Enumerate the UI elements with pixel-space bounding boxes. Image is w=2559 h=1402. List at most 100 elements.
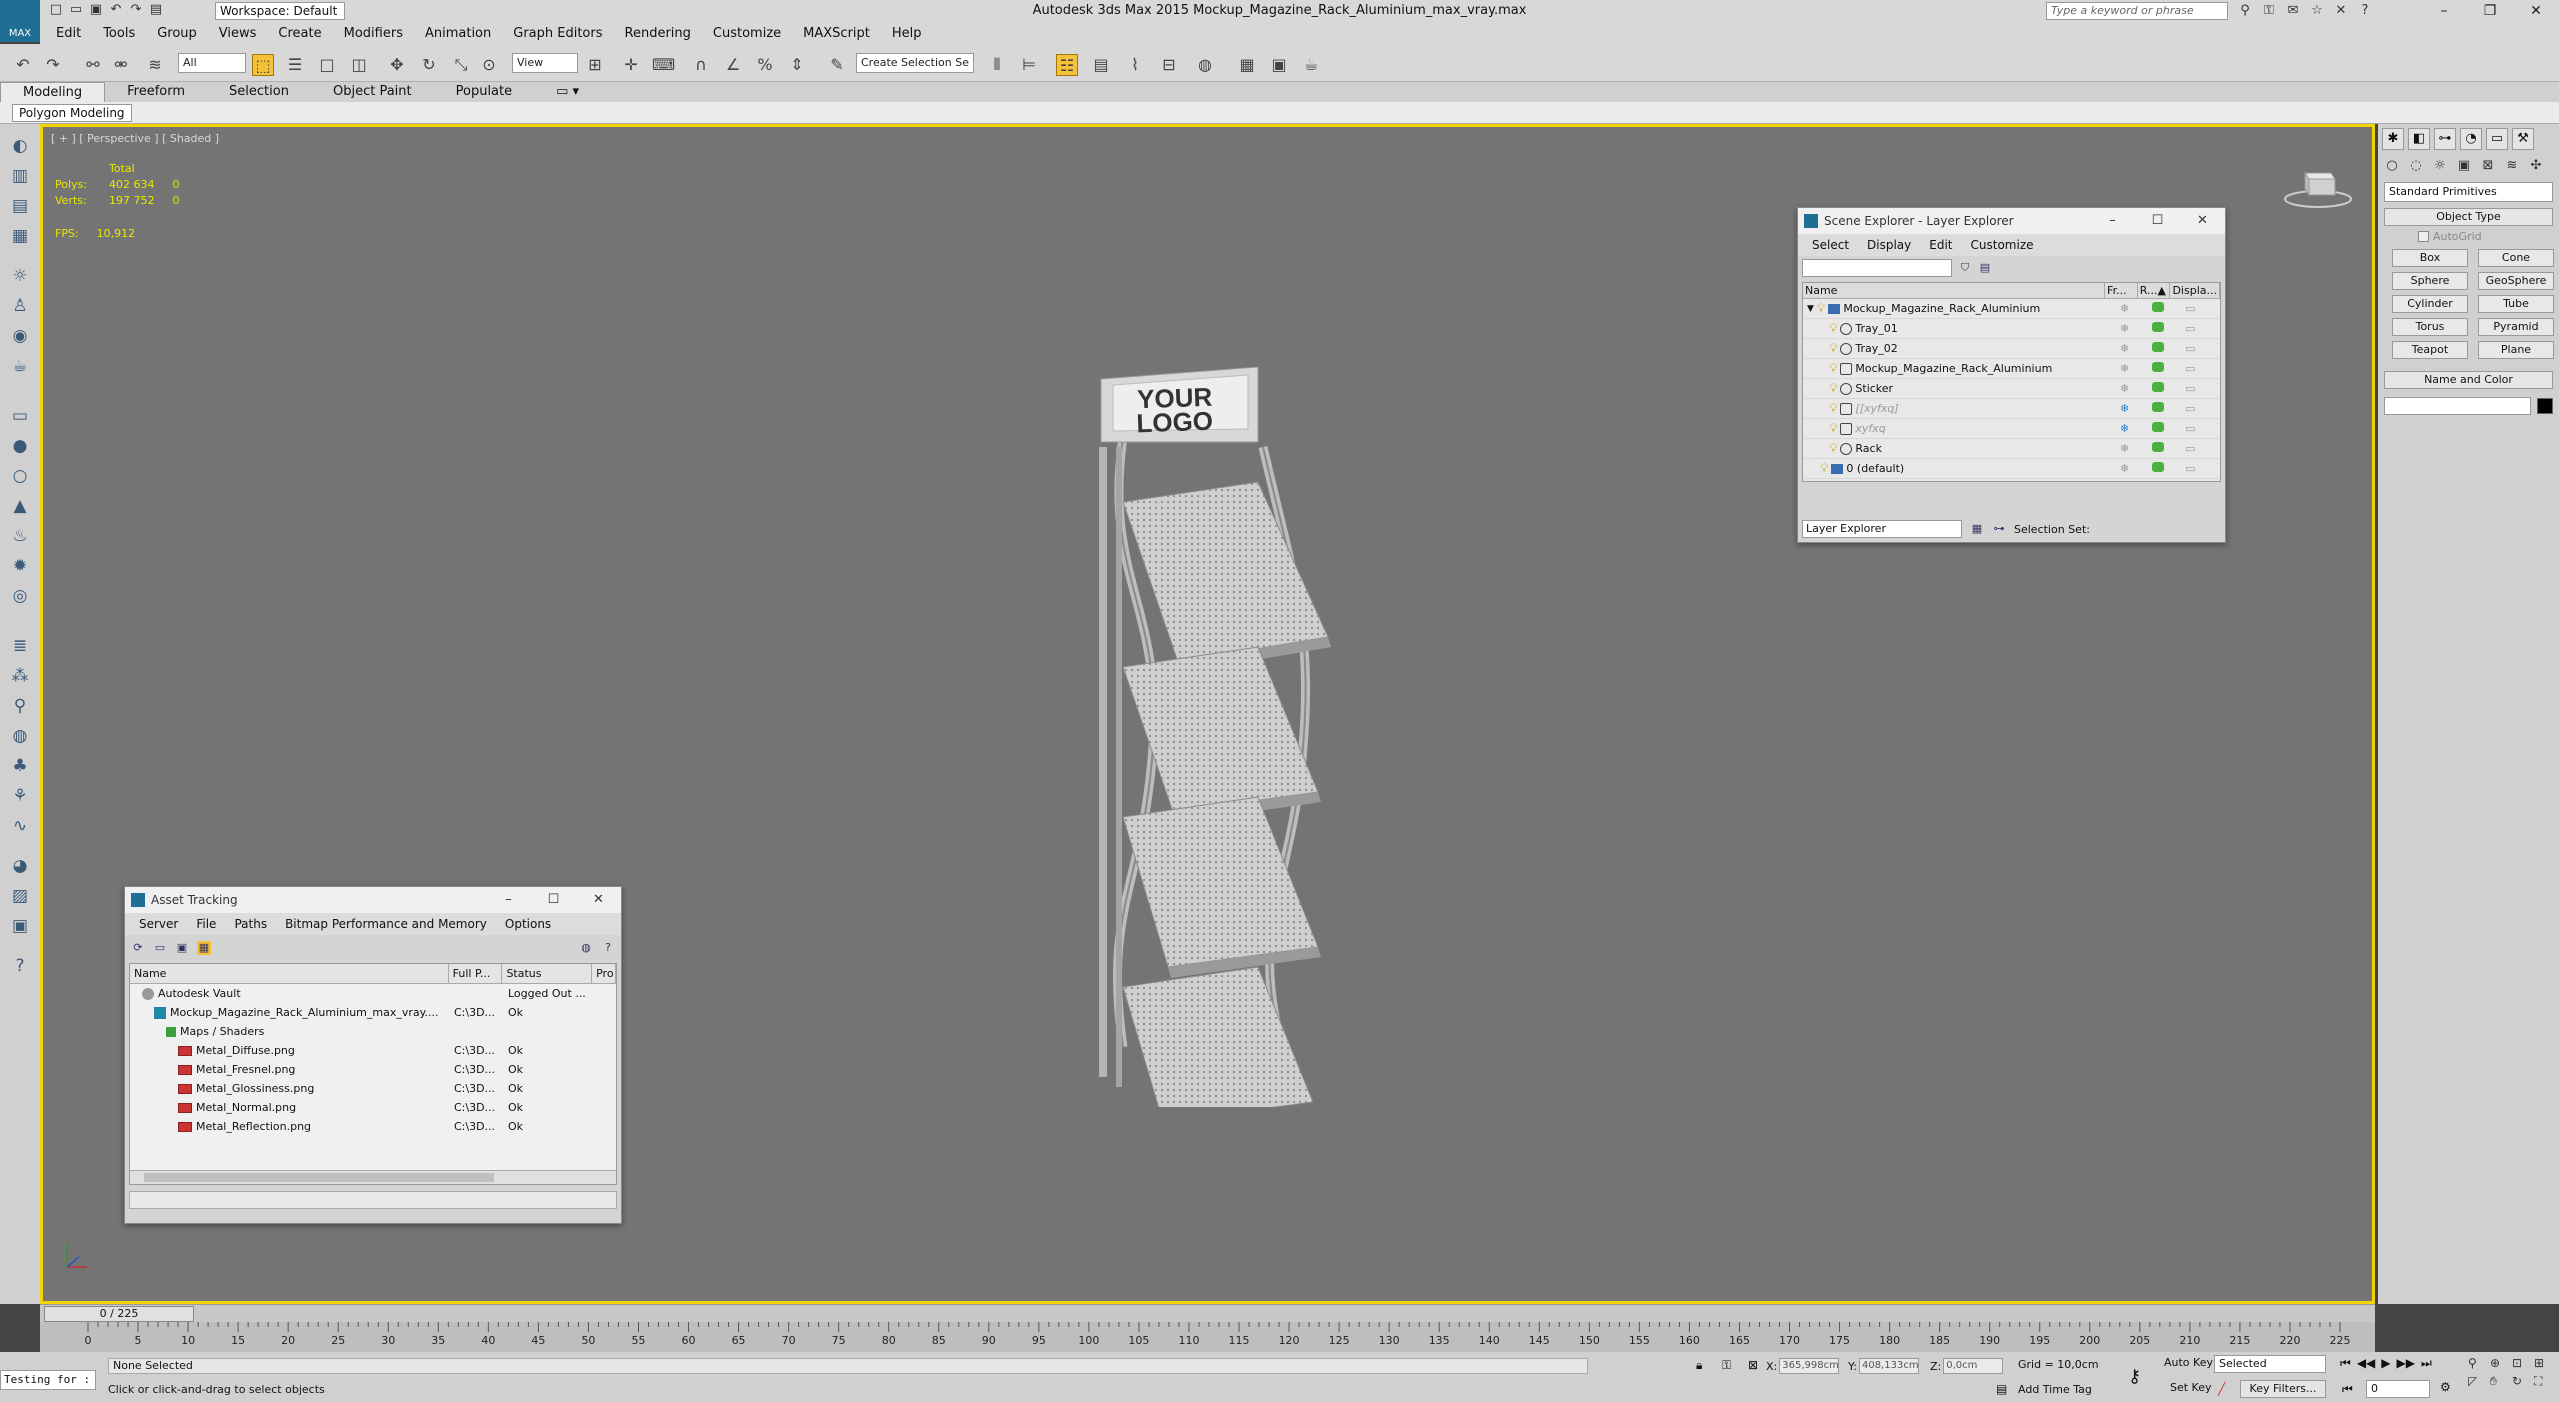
bone-icon[interactable]: ⚲ <box>8 694 32 718</box>
snaps-toggle-icon[interactable]: ∩ <box>690 54 712 76</box>
sphere-icon[interactable]: ● <box>8 434 32 458</box>
link-icon[interactable]: ⚯ <box>82 54 104 76</box>
maximize-viewport-icon[interactable]: ⛶ <box>2534 1374 2552 1389</box>
menu-graph-editors[interactable]: Graph Editors <box>513 26 602 41</box>
tab-selection[interactable]: Selection <box>207 82 311 102</box>
table-row[interactable]: 💡︎ Rack ❄ ▭ <box>1803 439 2220 459</box>
create-layer-icon[interactable]: ▤ <box>1978 261 1992 275</box>
table-row[interactable]: Metal_Fresnel.png C:\3D... Ok <box>130 1060 616 1079</box>
set-key-button[interactable]: Set Key <box>2170 1381 2212 1394</box>
magazine-rack-model[interactable]: YOUR LOGO <box>1063 307 1383 1107</box>
se-menu-display[interactable]: Display <box>1867 238 1911 252</box>
close-icon[interactable]: ✕ <box>576 887 621 913</box>
freeze-toggle-icon[interactable]: ❄ <box>2108 422 2141 435</box>
geosphere-button[interactable]: GeoSphere <box>2478 272 2554 290</box>
zoom-extents-icon[interactable]: ⊡ <box>2512 1356 2530 1370</box>
camera-icon[interactable]: ◉ <box>8 324 32 348</box>
current-frame-input[interactable]: 0 <box>2366 1380 2430 1398</box>
display-toggle-icon[interactable]: ▭ <box>2174 462 2207 475</box>
unlink-icon[interactable]: ⚮ <box>110 54 132 76</box>
col-frozen[interactable]: Fr... <box>2105 283 2138 298</box>
particle-icon[interactable]: ⁂ <box>8 664 32 688</box>
x-field[interactable]: 365,998cm <box>1779 1358 1840 1374</box>
light-bulb-icon[interactable]: 💡︎ <box>1829 341 1837 356</box>
renderable-toggle-icon[interactable] <box>2151 462 2164 472</box>
lock-icon[interactable]: ⚿ <box>1722 1358 1731 1373</box>
menu-maxscript[interactable]: MAXScript <box>803 26 870 41</box>
y-field[interactable]: 408,133cm <box>1858 1358 1919 1374</box>
undo-icon[interactable]: ↶ <box>12 54 34 76</box>
absolute-mode-icon[interactable]: ⊠ <box>1748 1358 1758 1372</box>
object-type-rollout[interactable]: Object Type <box>2384 208 2553 226</box>
at-menu-bitmap-performance[interactable]: Bitmap Performance and Memory <box>285 917 487 931</box>
table-row[interactable]: Metal_Normal.png C:\3D... Ok <box>130 1098 616 1117</box>
minimize-icon[interactable]: – <box>2421 0 2467 22</box>
col-render[interactable]: R...▲ <box>2138 283 2171 298</box>
display-toggle-icon[interactable]: ▭ <box>2174 362 2207 375</box>
search-input[interactable]: Type a keyword or phrase <box>2046 2 2228 20</box>
display-tab-icon[interactable]: ▭ <box>2486 128 2508 150</box>
table-row[interactable]: 💡︎ xyfxq ❄ ▭ <box>1803 419 2220 439</box>
menu-create[interactable]: Create <box>278 26 321 41</box>
named-selection-dropdown[interactable]: Create Selection Se <box>856 53 974 73</box>
select-object-icon[interactable]: ⬚ <box>252 54 274 76</box>
scene-explorer-titlebar[interactable]: Scene Explorer - Layer Explorer – ☐ ✕ <box>1798 208 2225 234</box>
toggle-scene-explorer-icon[interactable]: ☷ <box>1056 54 1078 76</box>
cone-button[interactable]: Cone <box>2478 249 2554 267</box>
restore-icon[interactable]: ❐ <box>2467 0 2513 22</box>
schematic-view-icon[interactable]: ⊟ <box>1158 54 1180 76</box>
scale-icon[interactable]: ⤡ <box>450 54 472 76</box>
spacewarps-icon[interactable]: ≋ <box>2502 156 2522 176</box>
freeze-toggle-icon[interactable]: ❄ <box>2108 382 2141 395</box>
table-row[interactable]: Mockup_Magazine_Rack_Aluminium_max_vray.… <box>130 1003 616 1022</box>
freeze-toggle-icon[interactable]: ❄ <box>2108 342 2141 355</box>
object-name-input[interactable] <box>2384 397 2531 415</box>
motion-tab-icon[interactable]: ◔ <box>2460 128 2482 150</box>
open-file-icon[interactable]: ▭ <box>68 2 84 18</box>
menu-rendering[interactable]: Rendering <box>625 26 691 41</box>
z-field[interactable]: 0,0cm <box>1943 1358 2004 1374</box>
table-row[interactable]: Metal_Glossiness.png C:\3D... Ok <box>130 1079 616 1098</box>
render-setup-icon[interactable]: ▦ <box>1236 54 1258 76</box>
time-slider-knob[interactable]: 0 / 225 <box>44 1306 194 1322</box>
set-key-icon[interactable]: ⚷ <box>2128 1366 2141 1387</box>
tube-button[interactable]: Tube <box>2478 295 2554 313</box>
time-slider[interactable]: 0 / 225 <box>40 1304 2375 1322</box>
orbit-icon[interactable]: ↻ <box>2512 1374 2530 1389</box>
teapot-button[interactable]: Teapot <box>2392 341 2468 359</box>
panel-icon[interactable]: ▦ <box>8 224 32 248</box>
primitive-category-dropdown[interactable]: Standard Primitives <box>2384 182 2553 202</box>
plane-button[interactable]: Plane <box>2478 341 2554 359</box>
save-file-icon[interactable]: ▣ <box>88 2 104 18</box>
menu-group[interactable]: Group <box>157 26 197 41</box>
col-proxy[interactable]: Pro <box>592 964 617 983</box>
key-mode-toggle-icon[interactable]: ⏮ <box>2342 1382 2353 1397</box>
modify-tab-icon[interactable]: ◧ <box>2408 128 2430 150</box>
se-menu-select[interactable]: Select <box>1812 238 1849 252</box>
at-menu-server[interactable]: Server <box>139 917 178 931</box>
rect-selection-icon[interactable]: □ <box>316 54 338 76</box>
display-toggle-icon[interactable]: ▭ <box>2174 322 2207 335</box>
spinner-snap-icon[interactable]: ⇕ <box>786 54 808 76</box>
box-icon[interactable]: ▭ <box>8 404 32 428</box>
refresh-icon[interactable]: ⟳ <box>131 941 145 955</box>
figure-icon[interactable]: ♙ <box>8 294 32 318</box>
light-bulb-icon[interactable]: 💡︎ <box>1829 401 1837 416</box>
auto-key-button[interactable]: Auto Key <box>2164 1356 2213 1369</box>
systems-icon[interactable]: ✣ <box>2526 156 2546 176</box>
menu-edit[interactable]: Edit <box>56 26 81 41</box>
table-row[interactable]: Autodesk Vault Logged Out ... <box>130 984 616 1003</box>
layer-toggle-icon[interactable]: ▦ <box>1970 522 1984 536</box>
align-icon[interactable]: ⊨ <box>1018 54 1040 76</box>
table-view-icon[interactable]: ▦ <box>197 941 211 955</box>
shapes-icon[interactable]: ◌ <box>2406 156 2426 176</box>
renderable-toggle-icon[interactable] <box>2151 322 2164 332</box>
stairs-icon[interactable]: ≣ <box>8 634 32 658</box>
selection-filter-dropdown[interactable]: All <box>178 53 246 73</box>
col-name[interactable]: Name <box>130 964 449 983</box>
utilities-tab-icon[interactable]: ⚒ <box>2512 128 2534 150</box>
menu-modifiers[interactable]: Modifiers <box>344 26 403 41</box>
thumbnail-view-icon[interactable]: ▣ <box>175 941 189 955</box>
freeze-toggle-icon[interactable]: ❄ <box>2108 462 2141 475</box>
redo-icon[interactable]: ↷ <box>128 2 144 18</box>
